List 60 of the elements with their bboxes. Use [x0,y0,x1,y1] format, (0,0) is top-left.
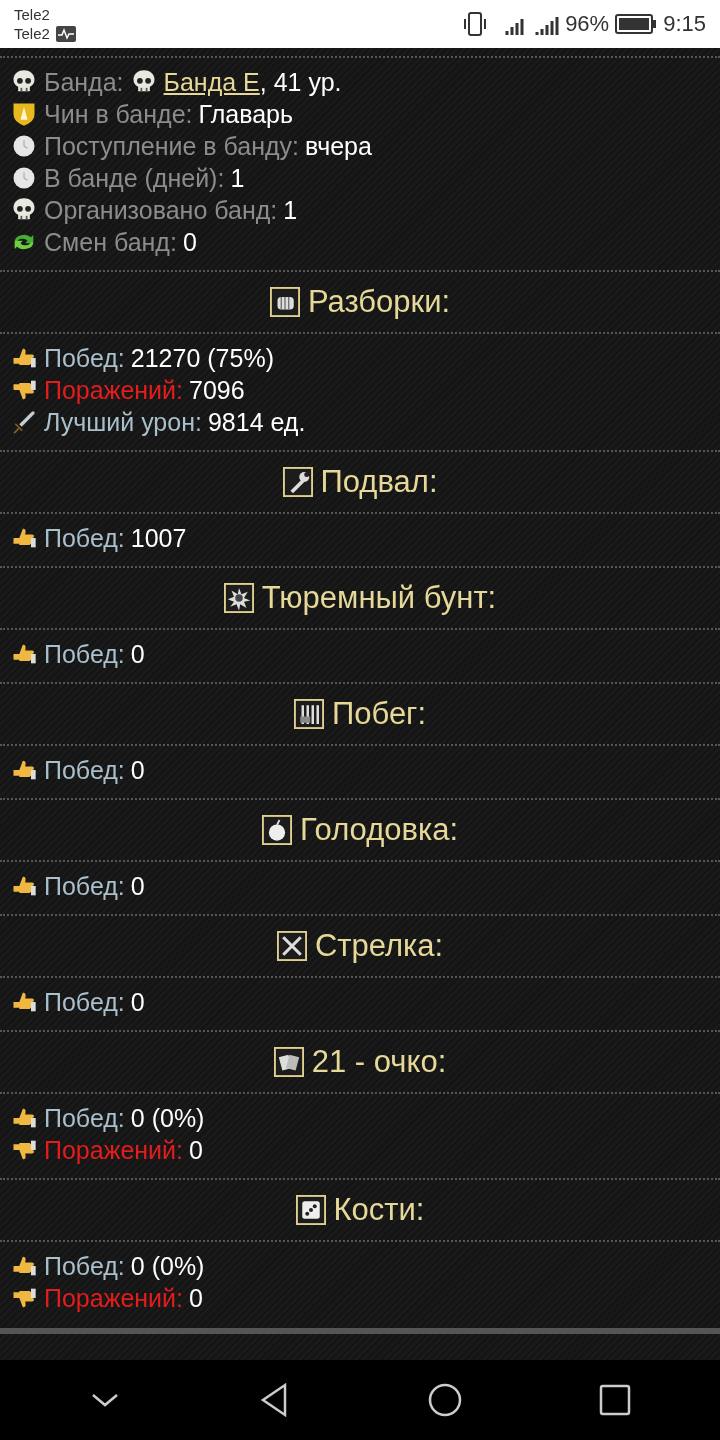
section-icon [223,583,254,613]
stat-value: 0 [130,639,145,669]
stat-label: Поражений: [44,375,183,405]
section-title: Стрелка: [314,928,444,964]
section-icon [276,931,307,961]
stat-value: 21270 (75%) [130,343,274,373]
stat-label: Побед: [44,343,125,373]
section-icon [269,287,300,317]
info-value: Главарь [198,99,293,129]
stat-label: Побед: [44,755,125,785]
stat-label: Побед: [44,1251,125,1281]
info-value: вчера [304,131,372,161]
section-title: Кости: [333,1192,425,1228]
section-icon [282,467,313,497]
info-value: 1 [283,195,298,225]
section-title: 21 - очко: [311,1044,447,1080]
gang-link[interactable]: Банда Е [163,67,260,97]
stat-value: 0 [189,1135,203,1165]
stat-value: 9814 ед. [207,407,306,437]
section-title: Побег: [331,696,427,732]
section-icon [261,815,292,845]
stat-label: Поражений: [44,1283,183,1313]
stat-label: Побед: [44,871,125,901]
info-label: В банде (дней): [44,163,225,193]
info-value: , 41 ур. [259,67,342,97]
clock-time: 9:15 [663,11,706,37]
vibrate-icon [463,11,488,37]
stat-label: Побед: [44,987,125,1017]
battery-icon [615,14,658,34]
info-value: 0 [182,227,197,257]
section-icon [273,1047,304,1077]
stat-label: Побед: [44,639,125,669]
stat-value: 0 [189,1283,203,1313]
stat-value: 0 [130,871,145,901]
stat-value: 1007 [130,523,187,553]
stat-value: 0 (0%) [130,1251,205,1281]
stat-label: Побед: [44,523,125,553]
section-icon [295,1195,326,1225]
info-label: Организовано банд: [44,195,278,225]
carrier-name: Tele2 [14,24,50,43]
stat-value: 0 [130,987,145,1017]
stat-label: Лучший урон: [44,407,202,437]
stat-label: Побед: [44,1103,125,1133]
activity-icon [55,26,76,42]
info-label: Банда: [44,67,124,97]
section-icon [293,699,324,729]
section-title: Голодовка: [299,812,459,848]
stat-value: 0 (0%) [130,1103,205,1133]
section-title: Подвал: [320,464,438,500]
info-label: Чин в банде: [44,99,193,129]
stat-value: 0 [130,755,145,785]
battery-percent: 96% [565,11,610,37]
stat-value: 7096 [189,375,245,405]
carrier-name: Tele2 [14,5,50,24]
section-title: Разборки: [307,284,451,320]
section-title: Тюремный бунт: [261,580,497,616]
stat-label: Поражений: [44,1135,183,1165]
info-label: Поступление в банду: [44,131,299,161]
info-label: Смен банд: [44,227,177,257]
info-value: 1 [230,163,245,193]
